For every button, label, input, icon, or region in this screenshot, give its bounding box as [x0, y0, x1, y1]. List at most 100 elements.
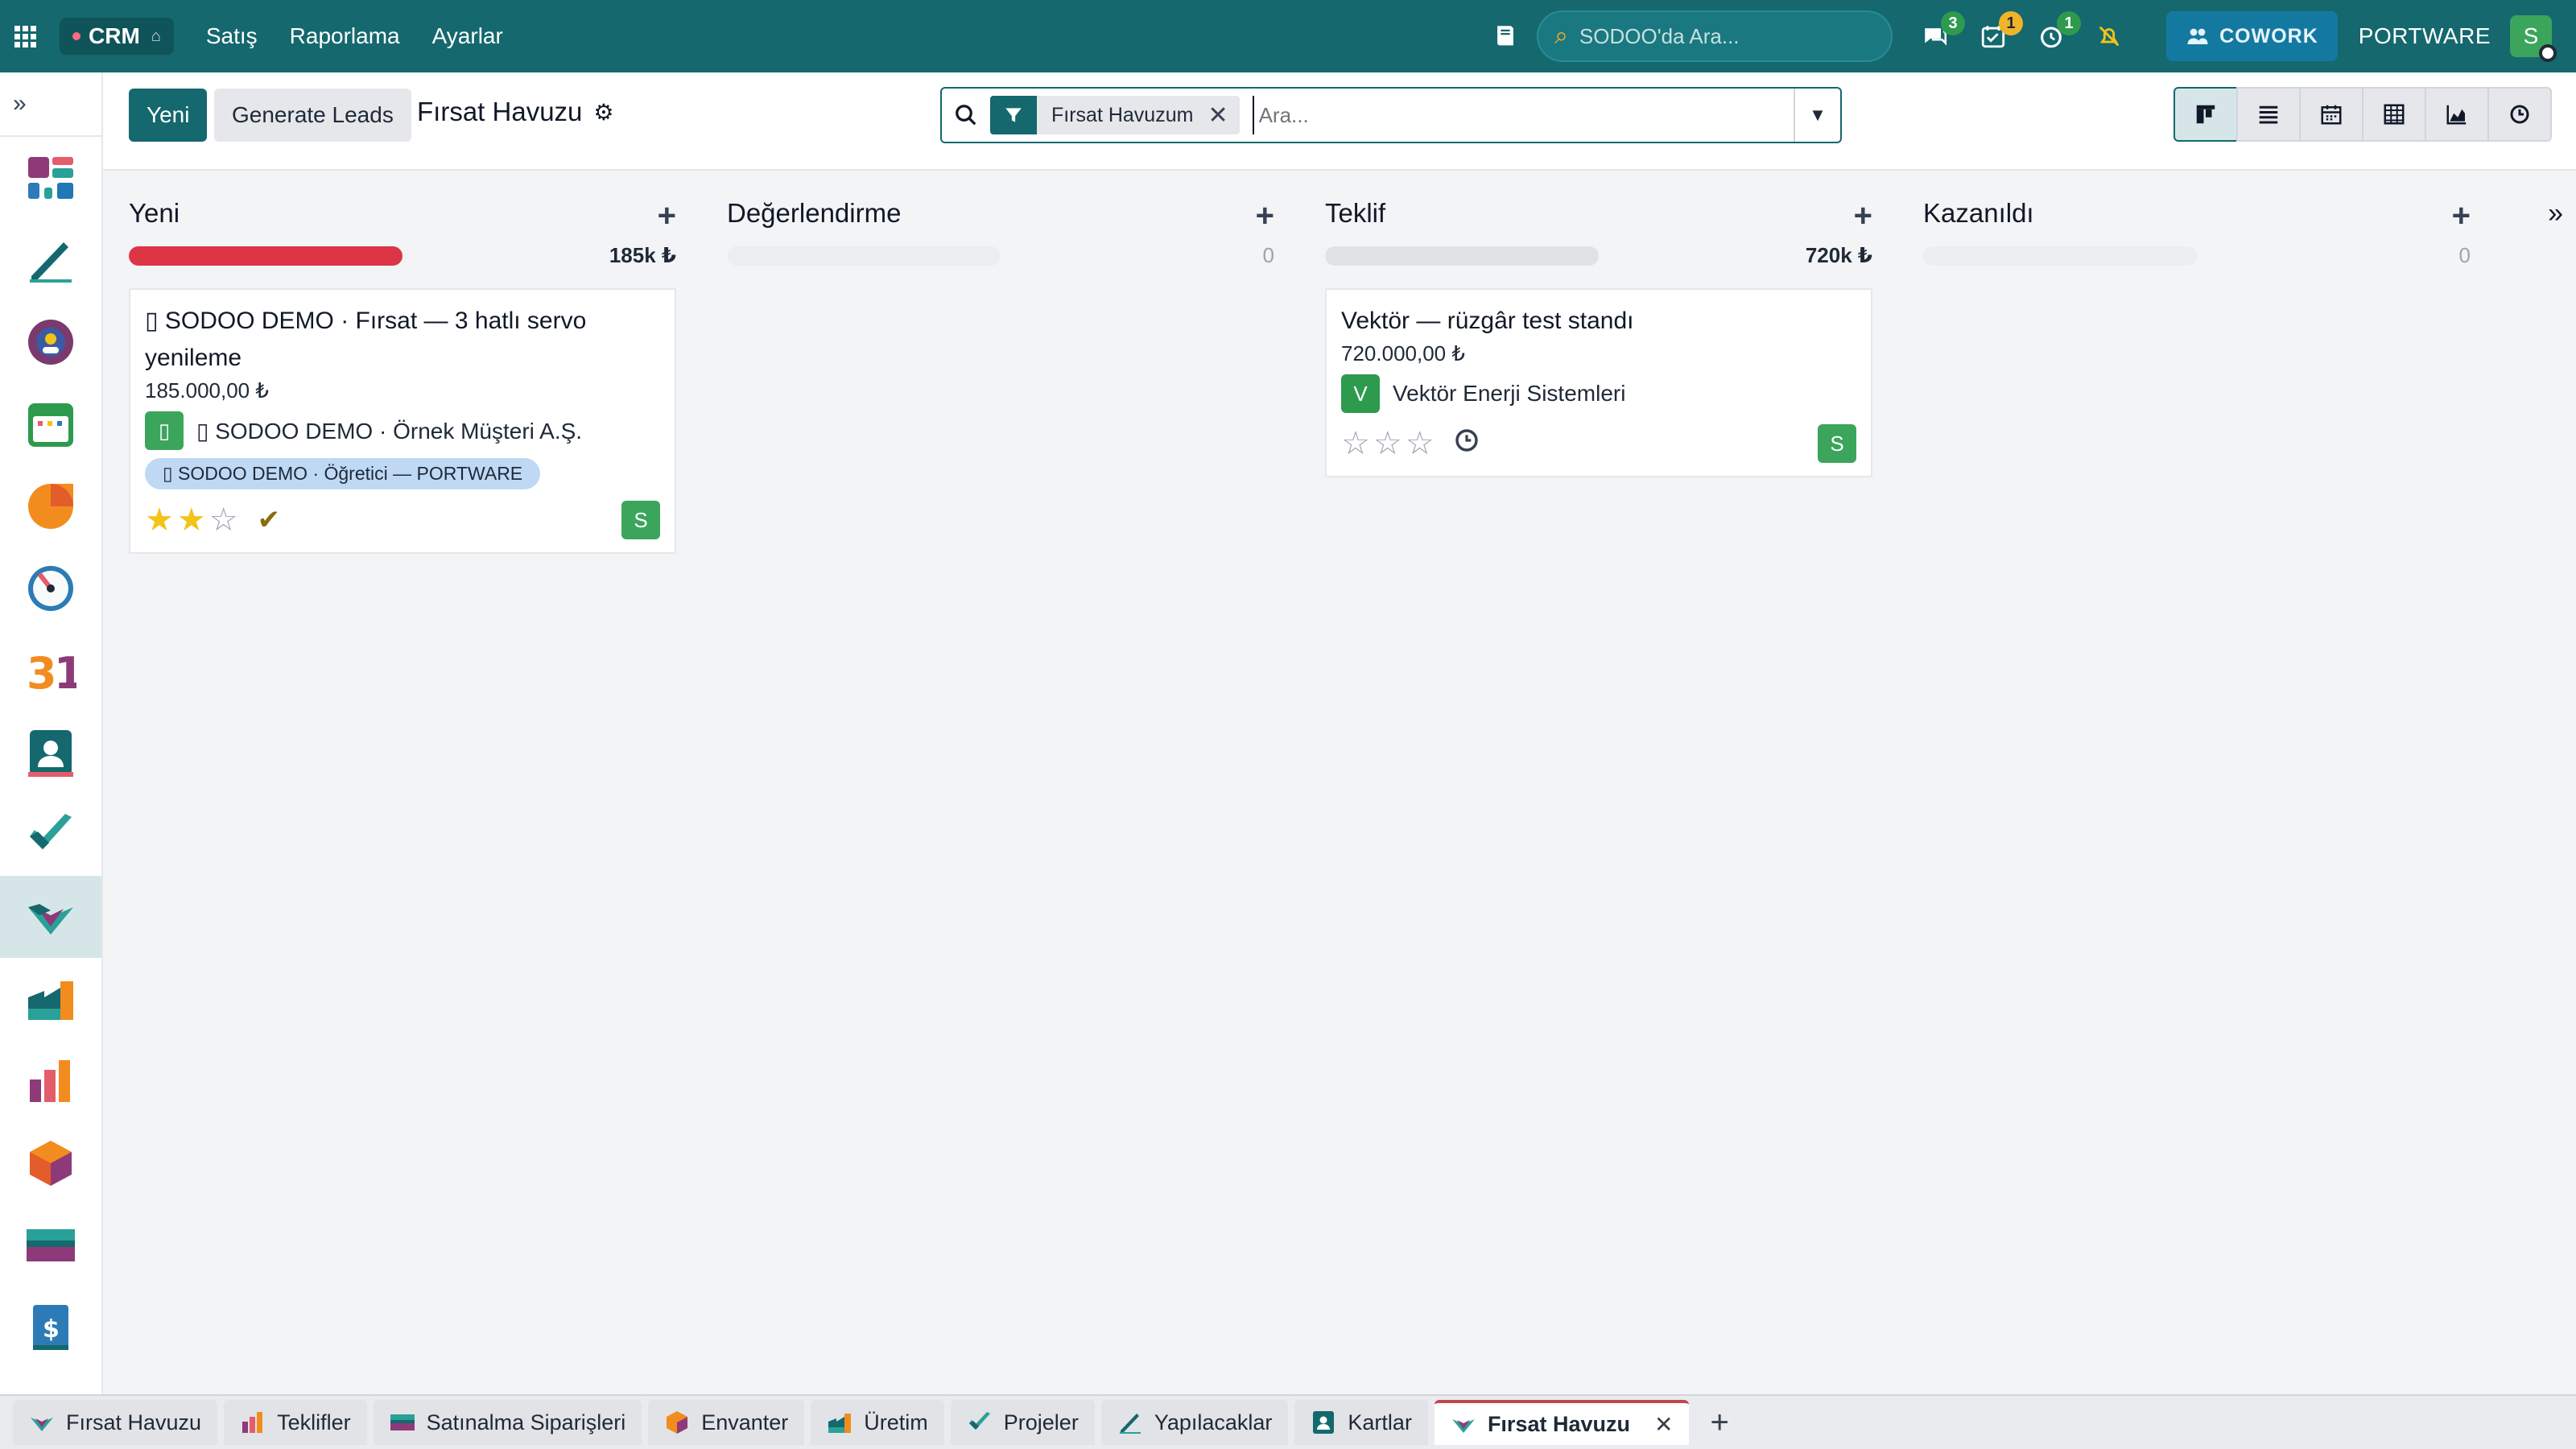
activity-done-check-icon[interactable]: ✔ [258, 504, 281, 536]
star-empty-icon[interactable]: ☆ [1341, 427, 1370, 460]
tab-label: Teklifler [277, 1410, 351, 1435]
tab-label: Kartlar [1348, 1410, 1412, 1435]
tab-crm-pipeline-active[interactable]: Fırsat Havuzu ✕ [1434, 1400, 1690, 1445]
priority-stars[interactable]: ☆ ☆ ☆ [1341, 427, 1435, 460]
sidebar-app-purchase[interactable] [0, 1204, 101, 1286]
quick-create-icon[interactable]: + [658, 198, 676, 234]
kanban-card[interactable]: ▯ SODOO DEMO · Fırsat — 3 hatlı servo ye… [129, 288, 676, 554]
quick-create-icon[interactable]: + [2452, 198, 2471, 234]
tab-manufacturing[interactable]: Üretim [811, 1400, 944, 1445]
owner-avatar[interactable]: S [1818, 424, 1856, 463]
sidebar-app-project[interactable] [0, 794, 101, 876]
caret-down-icon: ▼ [1809, 105, 1827, 125]
close-tab-icon[interactable]: ✕ [1654, 1411, 1673, 1438]
company-switcher[interactable]: PORTWARE [2359, 23, 2491, 49]
sidebar-expand-icon[interactable]: » [0, 72, 101, 137]
menu-sales[interactable]: Satış [206, 23, 258, 49]
tab-inventory[interactable]: Envanter [648, 1400, 805, 1445]
notifications-muted-icon[interactable] [2094, 21, 2124, 52]
quick-create-icon[interactable]: + [1256, 198, 1274, 234]
app-name: CRM [89, 23, 140, 48]
owner-avatar[interactable]: S [621, 501, 660, 539]
tab-contacts[interactable]: Kartlar [1294, 1400, 1428, 1445]
star-empty-icon[interactable]: ☆ [209, 504, 238, 536]
pivot-table-icon [2384, 104, 2405, 125]
star-empty-icon[interactable]: ☆ [1373, 427, 1402, 460]
area-chart-icon [2446, 105, 2467, 125]
partner-name: ▯ SODOO DEMO · Örnek Müşteri A.Ş. [196, 418, 583, 444]
app-brand-button[interactable]: CRM ⌂ [60, 18, 174, 55]
calendar-view-button[interactable] [2299, 87, 2363, 142]
priority-stars[interactable]: ★ ★ ☆ [145, 504, 238, 536]
sidebar-app-events[interactable]: 31 [0, 630, 101, 712]
card-footer: ☆ ☆ ☆ S [1341, 424, 1856, 463]
global-search-input[interactable]: ⌕ SODOO'da Ara... [1537, 10, 1893, 62]
sidebar-app-notes[interactable] [0, 219, 101, 301]
status-dot-icon [72, 32, 80, 40]
column-header[interactable]: Değerlendirme + [727, 193, 1274, 233]
sidebar-app-timesheet[interactable] [0, 547, 101, 630]
star-filled-icon[interactable]: ★ [145, 504, 174, 536]
sidebar-app-contacts[interactable] [0, 712, 101, 794]
activities-icon[interactable]: 1 [1978, 11, 2024, 52]
todo-icon [1119, 1414, 1141, 1434]
tab-projects[interactable]: Projeler [950, 1400, 1095, 1445]
sidebar-app-dashboard[interactable] [0, 137, 101, 219]
add-tab-icon[interactable]: + [1710, 1405, 1728, 1441]
factory-app-icon [28, 981, 73, 1020]
pivot-view-button[interactable] [2362, 87, 2426, 142]
menu-reporting[interactable]: Raporlama [290, 23, 400, 49]
column-title: Kazanıldı [1923, 198, 2034, 228]
column-progress-bar[interactable] [1325, 246, 1599, 266]
tab-quotations[interactable]: Teklifler [224, 1400, 367, 1445]
activity-clock-icon[interactable] [1454, 427, 1480, 460]
sidebar-app-crm[interactable] [0, 876, 101, 958]
sidebar-app-inventory[interactable] [0, 1122, 101, 1204]
sidebar-app-calendar[interactable] [0, 383, 101, 465]
kanban-card[interactable]: Vektör — rüzgâr test standı 720.000,00 ₺… [1325, 288, 1872, 477]
knowledge-book-icon[interactable] [1492, 23, 1519, 50]
new-button[interactable]: Yeni [129, 89, 208, 142]
tab-todo[interactable]: Yapılacaklar [1100, 1400, 1289, 1445]
column-title: Değerlendirme [727, 198, 902, 228]
tab-purchase-orders[interactable]: Satınalma Siparişleri [373, 1400, 642, 1445]
column-progress-bar[interactable] [129, 246, 402, 266]
kanban-view-button[interactable] [2174, 87, 2238, 142]
star-filled-icon[interactable]: ★ [177, 504, 206, 536]
sidebar-app-sales[interactable] [0, 1040, 101, 1122]
column-progress-bar[interactable] [1923, 246, 2197, 266]
inventory-box-icon [30, 1141, 72, 1186]
cowork-button[interactable]: COWORK [2166, 11, 2338, 61]
apps-menu-icon[interactable] [0, 0, 50, 72]
column-header[interactable]: Yeni + [129, 193, 676, 233]
tab-label: Fırsat Havuzu [66, 1410, 202, 1435]
generate-leads-button[interactable]: Generate Leads [214, 89, 411, 142]
invoice-dollar-icon: $ [33, 1305, 68, 1350]
view-switcher [2174, 87, 2552, 142]
folded-columns-expand-icon[interactable]: » [2548, 198, 2563, 229]
activity-view-button[interactable] [2487, 87, 2552, 142]
menu-settings[interactable]: Ayarlar [432, 23, 503, 49]
remove-facet-icon[interactable]: ✕ [1208, 101, 1239, 130]
column-progress-bar[interactable] [727, 246, 1001, 266]
gear-icon[interactable]: ⚙ [593, 99, 613, 126]
sidebar-app-community[interactable] [0, 301, 101, 383]
sidebar-app-manufacturing[interactable] [0, 958, 101, 1040]
column-header[interactable]: Teklif + [1325, 193, 1872, 233]
quick-create-icon[interactable]: + [1854, 198, 1872, 234]
column-header[interactable]: Kazanıldı + [1923, 193, 2471, 233]
filter-facet[interactable]: Fırsat Havuzum ✕ [990, 96, 1240, 134]
list-view-button[interactable] [2236, 87, 2301, 142]
tab-crm-pipeline[interactable]: Fırsat Havuzu [13, 1400, 218, 1445]
page-title: Fırsat Havuzu [417, 97, 583, 126]
star-empty-icon[interactable]: ☆ [1406, 427, 1435, 460]
sidebar-app-invoicing[interactable]: $ [0, 1286, 101, 1368]
messages-icon[interactable]: 3 [1920, 11, 1966, 52]
user-avatar[interactable]: S [2510, 15, 2557, 62]
sidebar-app-discuss[interactable] [0, 465, 101, 547]
search-input[interactable] [1252, 96, 1794, 134]
graph-view-button[interactable] [2425, 87, 2489, 142]
card-partner: V Vektör Enerji Sistemleri [1341, 374, 1856, 413]
search-options-dropdown[interactable]: ▼ [1794, 89, 1840, 142]
timer-icon[interactable]: 1 [2036, 11, 2082, 52]
